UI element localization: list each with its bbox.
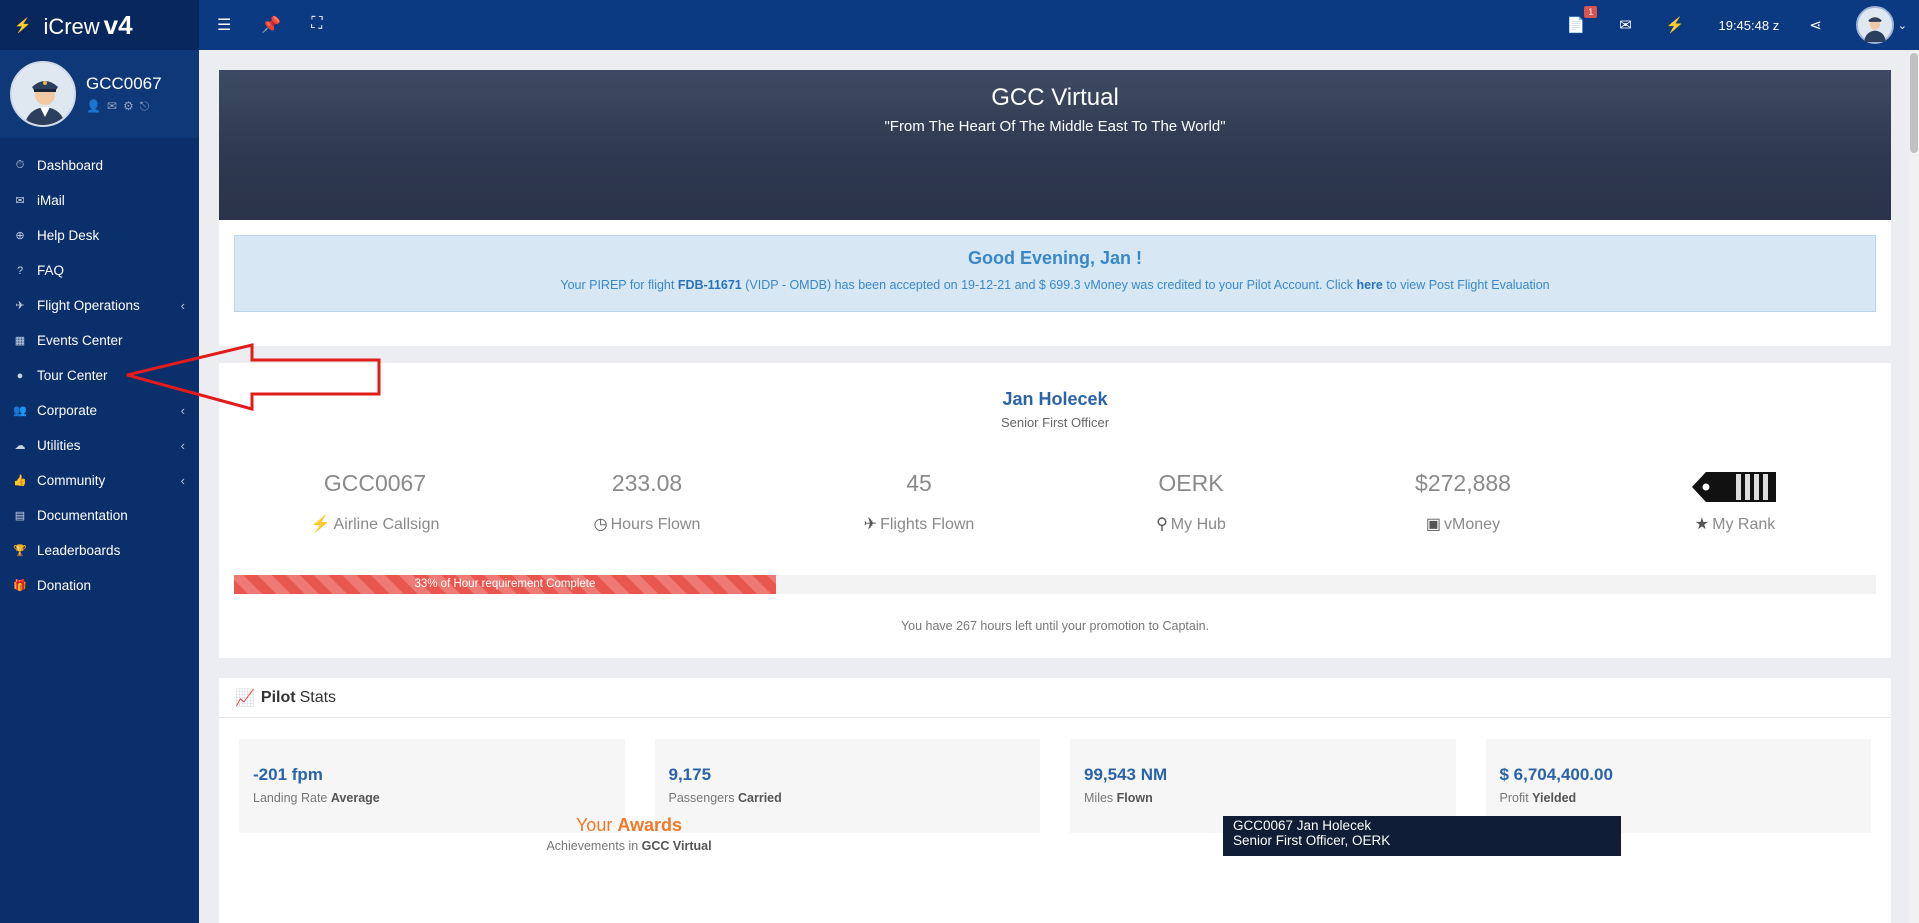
translate-icon[interactable]: ⛶ bbox=[311, 15, 322, 35]
chevron-down-icon[interactable]: ⌄ bbox=[1898, 19, 1907, 32]
zulu-clock: 19:45:48 z bbox=[1718, 17, 1780, 33]
avatar[interactable] bbox=[10, 61, 76, 127]
mail-icon: ✉ bbox=[15, 195, 25, 207]
mail-icon[interactable]: ✉ bbox=[107, 99, 117, 114]
sidebar-item-documentation[interactable]: ▤ Documentation bbox=[0, 498, 199, 533]
stat-vmoney: $272,888 ▣ vMoney bbox=[1415, 470, 1511, 533]
sidebar-item-help-desk[interactable]: ⊕ Help Desk bbox=[0, 218, 199, 253]
pilot-name: Jan Holecek bbox=[1002, 389, 1108, 409]
sidebar-item-leaderboards[interactable]: 🏆 Leaderboards bbox=[0, 533, 199, 568]
pilot-card: Jan Holecek Senior First Officer GCC0067… bbox=[219, 363, 1891, 658]
hero-subtitle: "From The Heart Of The Middle East To Th… bbox=[884, 118, 1226, 135]
book-icon: ▤ bbox=[14, 510, 26, 522]
globe-icon: ● bbox=[16, 369, 24, 382]
sidebar-item-imail[interactable]: ✉ iMail bbox=[0, 183, 199, 218]
awards-subtitle: Achievements in GCC Virtual bbox=[546, 839, 712, 853]
map-marker-icon: ⚲ bbox=[1156, 516, 1168, 533]
users-icon: 👥 bbox=[13, 405, 27, 417]
topbar: ☰ 📌 ⛶ 📄 1 ✉ ⚡ 19:45:48 z ⋖ ⌄ bbox=[199, 0, 1919, 50]
awards-heading: Your Awards bbox=[575, 815, 683, 835]
welcome-panel: Good Evening, Jan ! Your PIREP for fligh… bbox=[219, 220, 1891, 346]
topbar-avatar[interactable] bbox=[1855, 6, 1894, 44]
stat-flights: 45 ✈ Flights Flown bbox=[863, 470, 975, 533]
sidebar-item-donation[interactable]: 🎁 Donation bbox=[0, 568, 199, 603]
profile-callsign: GCC0067 bbox=[86, 74, 162, 93]
trophy-icon: 🏆 bbox=[13, 545, 27, 557]
star-icon: ★ bbox=[1694, 516, 1710, 533]
evaluation-link[interactable]: here bbox=[1356, 278, 1382, 292]
gear-icon[interactable]: ⚙ bbox=[123, 99, 134, 114]
hour-progress-bar: 33% of Hour requirement Complete bbox=[234, 575, 1876, 594]
hero-banner: GCC Virtual "From The Heart Of The Middl… bbox=[219, 70, 1891, 220]
cloud-icon: ☁ bbox=[14, 440, 26, 452]
mail-open-icon[interactable]: ✉ bbox=[1619, 16, 1632, 34]
logout-icon[interactable]: ⎋ bbox=[140, 99, 150, 114]
stat-hours: 233.08 ◷ Hours Flown bbox=[593, 470, 701, 533]
brand[interactable]: ⚡ iCrew v4 bbox=[0, 0, 199, 50]
bolt-icon: ⚡ bbox=[310, 516, 331, 533]
flight-number: FDB-11671 bbox=[677, 278, 742, 292]
stat-rank: ★ My Rank bbox=[1615, 470, 1855, 534]
brand-name: iCrew v4 bbox=[43, 9, 133, 40]
sidebar-item-flight-operations[interactable]: ✈ Flight Operations ‹ bbox=[0, 288, 199, 323]
plane-icon: ✈ bbox=[863, 516, 878, 533]
pilot-stats-row: GCC0067 ⚡ Airline Callsign 233.08 ◷ Hours Fl… bbox=[219, 470, 1891, 534]
chevron-left-icon: ‹ bbox=[180, 298, 185, 313]
calendar-icon: ▦ bbox=[14, 335, 26, 347]
pilot-rank: Senior First Officer bbox=[1000, 415, 1110, 430]
share-icon[interactable]: ⋖ bbox=[1809, 16, 1822, 34]
pin-icon[interactable]: 📌 bbox=[261, 15, 281, 35]
chevron-left-icon: ‹ bbox=[180, 473, 185, 488]
welcome-alert: Good Evening, Jan ! Your PIREP for fligh… bbox=[234, 235, 1876, 312]
thumbs-up-icon: 👍 bbox=[13, 475, 27, 487]
money-icon: ▣ bbox=[1425, 516, 1442, 533]
dashboard-icon: ⏱ bbox=[15, 159, 25, 171]
promotion-text: You have 267 hours left until your promo… bbox=[900, 619, 1210, 633]
pilot-stats-heading: 📈 Pilot Stats bbox=[219, 678, 1891, 718]
chevron-left-icon: ‹ bbox=[180, 438, 185, 453]
pilot-stats-card: 📈 Pilot Stats -201 fpm Landing Rate Average… bbox=[219, 678, 1891, 923]
stat-hub: OERK ⚲ My Hub bbox=[1156, 470, 1226, 533]
user-icon[interactable]: 👤 bbox=[86, 99, 101, 114]
sidebar-item-utilities[interactable]: ☁ Utilities ‹ bbox=[0, 428, 199, 463]
sidebar-item-community[interactable]: 👍 Community ‹ bbox=[0, 463, 199, 498]
scrollbar[interactable] bbox=[1909, 50, 1919, 923]
sidebar: ⚡ iCrew v4 GCC0067 👤 ✉ ⚙ ⎋ ⏱ Dashboard ✉… bbox=[0, 0, 199, 923]
gift-icon: 🎁 bbox=[13, 580, 27, 592]
plane-icon: ✈ bbox=[15, 300, 25, 312]
sidebar-item-faq[interactable]: ? FAQ bbox=[0, 253, 199, 288]
clock-icon: ◷ bbox=[593, 516, 608, 533]
hero-title: GCC Virtual bbox=[991, 84, 1119, 111]
main-content: GCC Virtual "From The Heart Of The Middl… bbox=[219, 70, 1891, 923]
lifebuoy-icon: ⊕ bbox=[15, 230, 25, 242]
pirep-message: Your PIREP for flight FDB-11671 (VIDP - … bbox=[560, 278, 1550, 292]
bolt-icon[interactable]: ⚡ bbox=[1666, 16, 1685, 34]
hour-progress-fill: 33% of Hour requirement Complete bbox=[234, 575, 776, 594]
question-icon: ? bbox=[16, 264, 24, 277]
notification-badge: 1 bbox=[1584, 6, 1598, 18]
signature-banner[interactable]: GCC0067 Jan Holecek Senior First Officer… bbox=[1223, 816, 1621, 856]
menu-icon[interactable]: ☰ bbox=[217, 15, 231, 35]
sidebar-item-dashboard[interactable]: ⏱ Dashboard bbox=[0, 148, 199, 183]
pirep-icon[interactable]: 📄 1 bbox=[1567, 6, 1598, 34]
awards-section: Your Awards Achievements in GCC Virtual bbox=[219, 815, 1039, 853]
annotation-arrow bbox=[126, 343, 381, 411]
greeting: Good Evening, Jan ! bbox=[967, 248, 1142, 268]
rank-epaulette-icon bbox=[1692, 470, 1778, 504]
profile-panel: GCC0067 👤 ✉ ⚙ ⎋ bbox=[0, 50, 199, 138]
stat-callsign: GCC0067 ⚡ Airline Callsign bbox=[310, 470, 440, 533]
bolt-icon: ⚡ bbox=[14, 16, 32, 33]
scrollbar-thumb[interactable] bbox=[1910, 53, 1918, 153]
line-chart-icon: 📈 bbox=[235, 689, 255, 707]
